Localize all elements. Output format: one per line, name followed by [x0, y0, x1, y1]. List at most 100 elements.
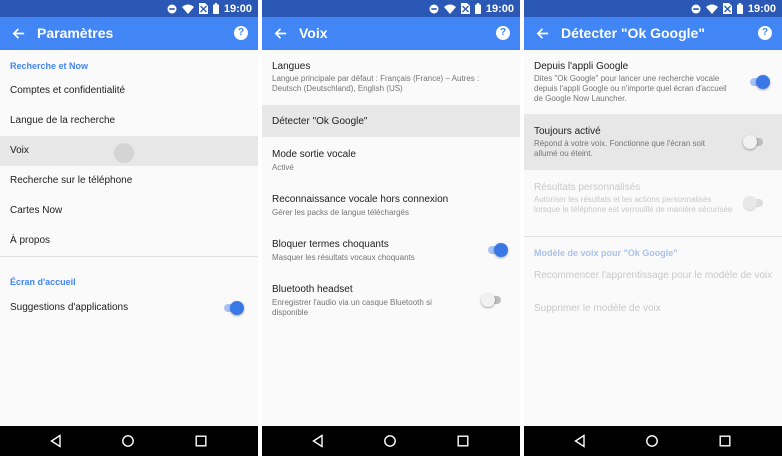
help-icon[interactable]: ? [234, 26, 248, 40]
battery-icon [212, 3, 219, 14]
nav-recent-icon[interactable] [718, 434, 732, 448]
setting-summary: Activé [272, 163, 294, 172]
status-bar: 19:00 [524, 0, 782, 17]
battery-icon [736, 3, 743, 14]
dnd-icon [429, 4, 439, 13]
wifi-icon [443, 4, 456, 14]
setting-summary: Enregistrer l'audio via un casque Blueto… [272, 298, 432, 317]
setting-summary: Langue principale par défaut : Français … [272, 74, 480, 93]
nav-recent-icon[interactable] [456, 434, 470, 448]
divider [524, 236, 782, 237]
dnd-icon [167, 4, 177, 13]
setting-label: Bloquer termes choquants [272, 239, 389, 250]
nav-bar [262, 426, 520, 456]
page-title: Détecter "Ok Google" [561, 25, 705, 41]
help-icon[interactable]: ? [496, 26, 510, 40]
menu-item-label: Voix [10, 145, 29, 156]
status-bar: 19:00 [0, 0, 258, 17]
app-bar: Paramètres ? [0, 17, 258, 50]
ok-google-settings-list: Depuis l'appli Google Dites "Ok Google" … [524, 50, 782, 426]
bloquer-toggle[interactable] [486, 243, 508, 257]
nav-recent-icon[interactable] [194, 434, 208, 448]
menu-item-voix[interactable]: Voix [0, 136, 258, 166]
menu-item-label: À propos [10, 235, 51, 246]
status-time: 19:00 [747, 2, 776, 15]
setting-summary: Autoriser les résultats et les actions p… [534, 195, 733, 214]
menu-item-comptes[interactable]: Comptes et confidentialité [0, 76, 258, 106]
wifi-icon [181, 4, 194, 14]
setting-label: Toujours activé [534, 126, 601, 137]
screen-detecter-ok-google: 19:00 Détecter "Ok Google" ? Depuis l'ap… [524, 0, 782, 456]
status-time: 19:00 [223, 2, 252, 15]
menu-item-a-propos[interactable]: À propos [0, 226, 258, 256]
setting-reconnaissance[interactable]: Reconnaissance vocale hors connexion Gér… [262, 182, 520, 227]
depuis-appli-toggle[interactable] [748, 75, 770, 89]
section-header-modele-voix: Modèle de voix pour "Ok Google" [534, 248, 678, 258]
dnd-icon [691, 4, 701, 13]
setting-recommencer-apprentissage[interactable]: Recommencer l'apprentissage pour le modè… [524, 260, 782, 292]
setting-label: Mode sortie vocale [272, 149, 356, 160]
voix-settings-list: Langues Langue principale par défaut : F… [262, 50, 520, 426]
setting-detecter-ok-google[interactable]: Détecter "Ok Google" [262, 105, 520, 137]
nav-back-icon[interactable] [49, 434, 63, 448]
setting-summary: Dites "Ok Google" pour lancer une recher… [534, 74, 727, 103]
menu-item-langue[interactable]: Langue de la recherche [0, 106, 258, 136]
setting-suggestions[interactable]: Suggestions d'applications [0, 293, 258, 323]
menu-item-cartes-now[interactable]: Cartes Now [0, 196, 258, 226]
setting-label: Langues [272, 61, 311, 72]
setting-summary: Masquer les résultats vocaux choquants [272, 253, 415, 262]
nav-home-icon[interactable] [383, 434, 397, 448]
screen-voix: 19:00 Voix ? Langues Langue principale p… [262, 0, 520, 456]
battery-icon [474, 3, 481, 14]
setting-toujours-active[interactable]: Toujours activé Répond à votre voix. Fon… [524, 114, 782, 170]
setting-label: Résultats personnalisés [534, 182, 641, 193]
status-bar: 19:00 [262, 0, 520, 17]
resultats-personnalises-toggle[interactable] [743, 196, 765, 210]
setting-supprimer-modele[interactable]: Supprimer le modèle de voix [524, 292, 782, 324]
arrow-back-icon[interactable] [535, 26, 550, 41]
menu-item-label: Recherche sur le téléphone [10, 175, 133, 186]
status-time: 19:00 [485, 2, 514, 15]
nav-home-icon[interactable] [645, 434, 659, 448]
arrow-back-icon[interactable] [273, 26, 288, 41]
nav-bar [0, 426, 258, 456]
no-sim-icon [198, 3, 208, 14]
menu-item-label: Comptes et confidentialité [10, 85, 126, 96]
section-header-recherche: Recherche et Now [10, 61, 89, 71]
page-title: Voix [299, 25, 328, 41]
help-icon[interactable]: ? [758, 26, 772, 40]
wifi-icon [705, 4, 718, 14]
suggestions-toggle[interactable] [222, 301, 244, 315]
nav-home-icon[interactable] [121, 434, 135, 448]
setting-depuis-appli[interactable]: Depuis l'appli Google Dites "Ok Google" … [524, 50, 782, 114]
settings-list: Recherche et Now Comptes et confidential… [0, 50, 258, 426]
setting-mode-sortie[interactable]: Mode sortie vocale Activé [262, 137, 520, 182]
setting-label: Recommencer l'apprentissage pour le modè… [534, 270, 773, 281]
bluetooth-toggle[interactable] [481, 293, 503, 307]
setting-resultats-personnalises[interactable]: Résultats personnalisés Autoriser les ré… [524, 170, 782, 230]
toujours-active-toggle[interactable] [743, 135, 765, 149]
setting-label: Supprimer le modèle de voix [534, 303, 661, 314]
setting-bloquer[interactable]: Bloquer termes choquants Masquer les rés… [262, 227, 520, 272]
nav-bar [524, 426, 782, 456]
setting-label: Depuis l'appli Google [534, 61, 629, 72]
menu-item-label: Cartes Now [10, 205, 63, 216]
setting-label: Bluetooth headset [272, 284, 353, 295]
app-bar: Détecter "Ok Google" ? [524, 17, 782, 50]
setting-bluetooth[interactable]: Bluetooth headset Enregistrer l'audio vi… [262, 272, 520, 327]
nav-back-icon[interactable] [573, 434, 587, 448]
no-sim-icon [722, 3, 732, 14]
arrow-back-icon[interactable] [11, 26, 26, 41]
setting-langues[interactable]: Langues Langue principale par défaut : F… [262, 50, 520, 105]
touch-ripple [114, 143, 134, 163]
no-sim-icon [460, 3, 470, 14]
setting-label: Suggestions d'applications [10, 302, 129, 313]
page-title: Paramètres [37, 25, 114, 41]
setting-summary: Gérer les packs de langue téléchargés [272, 208, 409, 217]
setting-label: Reconnaissance vocale hors connexion [272, 194, 449, 205]
menu-item-recherche-telephone[interactable]: Recherche sur le téléphone [0, 166, 258, 196]
nav-back-icon[interactable] [311, 434, 325, 448]
app-bar: Voix ? [262, 17, 520, 50]
screen-parametres: 19:00 Paramètres ? Recherche et Now Comp… [0, 0, 258, 456]
divider [0, 256, 258, 257]
